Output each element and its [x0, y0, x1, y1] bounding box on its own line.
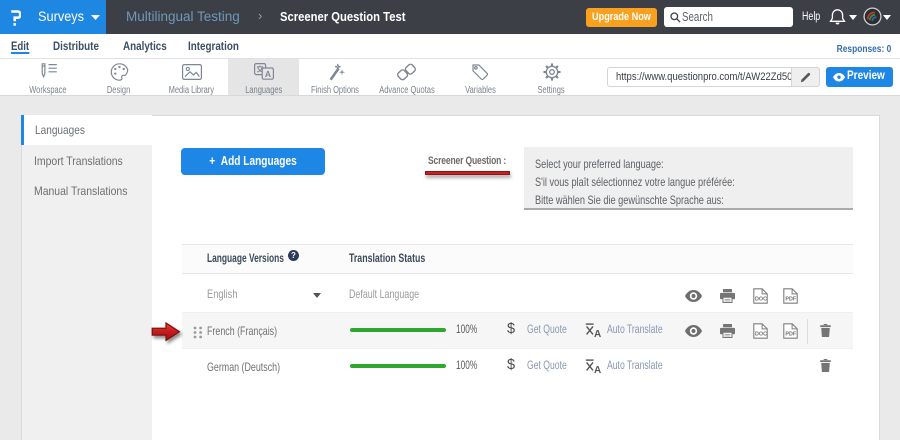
svg-text:DOC: DOC — [755, 297, 767, 303]
svg-text:DOC: DOC — [755, 332, 767, 338]
svg-text:PDF: PDF — [785, 332, 796, 338]
svg-text:PDF: PDF — [785, 297, 796, 303]
svg-text:A: A — [594, 329, 601, 337]
svg-text:A: A — [264, 69, 270, 79]
svg-text:A: A — [594, 365, 601, 373]
